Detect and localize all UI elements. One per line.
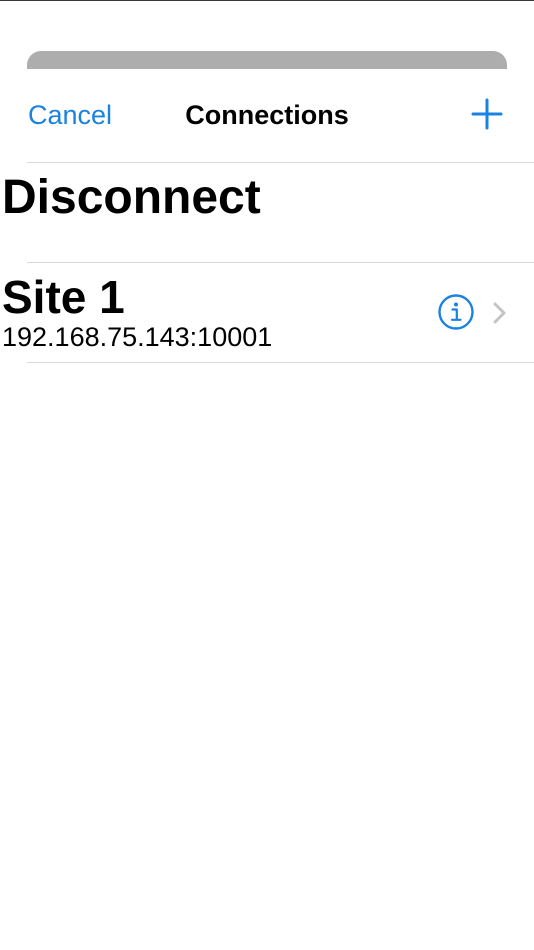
page-title: Connections — [185, 100, 349, 130]
connections-screen: Cancel Connections Disconnect Site 1 192… — [0, 0, 534, 950]
sheet-grabber[interactable] — [27, 51, 507, 69]
connection-row-site-1[interactable]: Site 1 192.168.75.143:10001 — [0, 263, 534, 362]
connection-name: Site 1 — [2, 271, 125, 323]
disconnect-label: Disconnect — [2, 171, 261, 224]
info-circle-icon — [438, 294, 474, 330]
disconnect-row[interactable]: Disconnect — [0, 163, 534, 262]
navigation-bar: Cancel Connections — [0, 69, 534, 163]
separator — [27, 362, 534, 363]
plus-icon — [471, 98, 503, 130]
connection-address: 192.168.75.143:10001 — [2, 322, 273, 352]
add-connection-button[interactable] — [470, 97, 504, 131]
connection-info-button[interactable] — [437, 293, 475, 331]
chevron-right-icon — [492, 301, 508, 325]
